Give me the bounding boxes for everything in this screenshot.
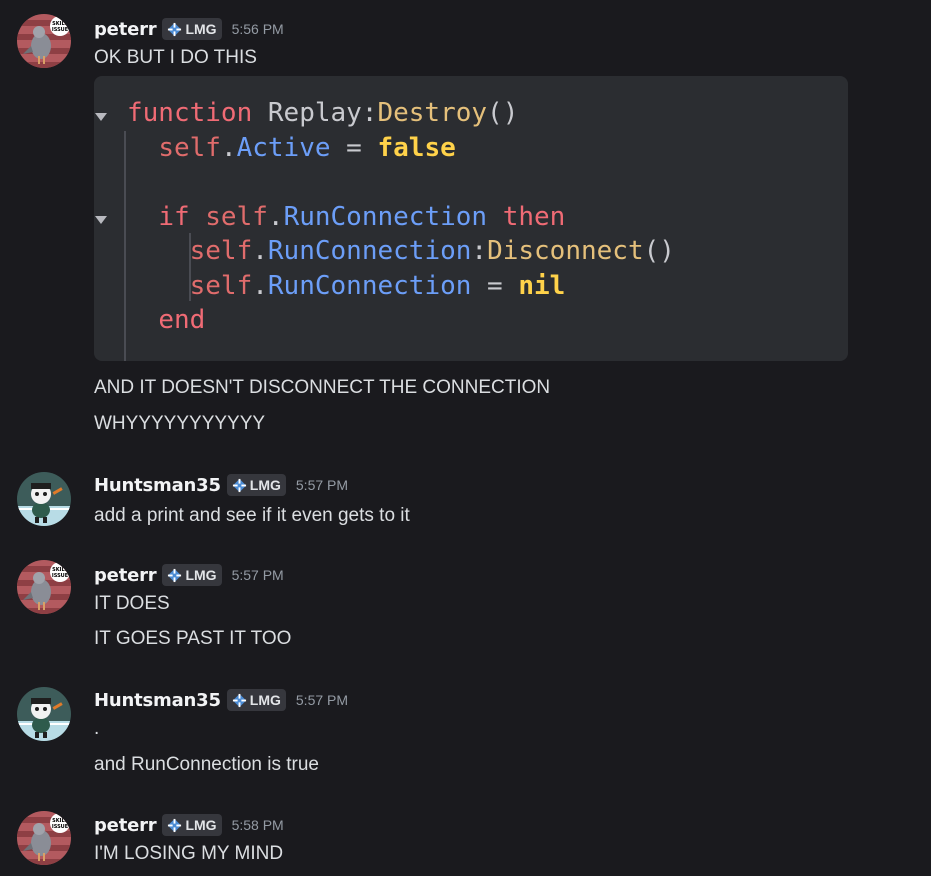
username[interactable]: peterr xyxy=(94,19,157,40)
message-header: peterr LMG 5:58 PM xyxy=(94,813,284,837)
avatar[interactable]: SKILL ISSUE xyxy=(17,14,71,68)
message-text: AND IT DOESN'T DISCONNECT THE CONNECTION xyxy=(94,377,551,398)
code-token: self xyxy=(189,270,253,301)
guild-tag[interactable]: LMG xyxy=(162,18,222,40)
indent-guide xyxy=(124,131,126,361)
timestamp[interactable]: 5:57 PM xyxy=(232,567,284,583)
code-content: function Replay:Destroy() self.Active = … xyxy=(127,96,675,338)
guild-tag[interactable]: LMG xyxy=(162,814,222,836)
svg-text:ISSUE: ISSUE xyxy=(52,573,69,579)
message-text: . xyxy=(94,718,100,739)
timestamp[interactable]: 5:58 PM xyxy=(232,817,284,833)
guild-tag[interactable]: LMG xyxy=(226,474,286,496)
code-token: . xyxy=(267,201,284,232)
guild-tag-label: LMG xyxy=(185,21,217,37)
message-text: I'M LOSING MY MIND xyxy=(94,843,284,864)
svg-text:ISSUE: ISSUE xyxy=(52,824,69,830)
fold-arrow-icon[interactable] xyxy=(95,113,107,121)
code-token: then xyxy=(487,201,566,232)
code-token: = xyxy=(330,132,378,163)
svg-text:ISSUE: ISSUE xyxy=(52,27,69,33)
code-token: . xyxy=(252,270,268,301)
code-line: if self.RunConnection then xyxy=(127,202,565,232)
message-header: peterr LMG 5:57 PM xyxy=(94,563,284,587)
username[interactable]: peterr xyxy=(94,815,157,836)
guild-tag[interactable]: LMG xyxy=(226,689,286,711)
message-header: Huntsman35 LMG 5:57 PM xyxy=(94,688,348,712)
diamond-crosshair-icon xyxy=(168,568,182,582)
code-token: self xyxy=(205,201,268,232)
skill-issue-pigeon-avatar-icon: SKILL ISSUE xyxy=(17,14,71,68)
code-token: RunConnection xyxy=(267,270,472,301)
guild-tag-label: LMG xyxy=(249,692,281,708)
code-token: () xyxy=(487,98,519,128)
code-token: RunConnection xyxy=(267,236,472,266)
message-text: add a print and see if it even gets to i… xyxy=(94,505,410,526)
code-token: false xyxy=(377,132,456,163)
timestamp[interactable]: 5:57 PM xyxy=(296,477,348,493)
avatar[interactable] xyxy=(17,687,71,741)
message-header: peterr LMG 5:56 PM xyxy=(94,17,284,41)
timestamp[interactable]: 5:57 PM xyxy=(296,692,348,708)
code-token: = xyxy=(471,270,519,301)
code-token: Disconnect xyxy=(487,236,644,266)
chat-log: SKILL ISSUE peterr LMG 5:56 PM OK BUT I … xyxy=(0,0,931,876)
code-token: () xyxy=(643,236,675,266)
message-header: Huntsman35 LMG 5:57 PM xyxy=(94,473,348,497)
guild-tag-label: LMG xyxy=(249,477,281,493)
code-token: . xyxy=(220,132,237,163)
code-line: self.Active = false xyxy=(127,132,456,163)
code-token: nil xyxy=(518,270,566,301)
code-token: self xyxy=(189,236,253,266)
code-token: end xyxy=(158,305,206,335)
code-token: Destroy xyxy=(377,98,488,128)
skill-issue-pigeon-avatar-icon: SKILL ISSUE xyxy=(17,811,71,865)
code-line: self.RunConnection = nil xyxy=(127,270,566,301)
message-text: IT DOES xyxy=(94,593,170,614)
diamond-crosshair-icon xyxy=(168,818,182,832)
diamond-crosshair-icon xyxy=(232,693,246,707)
avatar[interactable] xyxy=(17,472,71,526)
guild-tag-label: LMG xyxy=(185,817,217,833)
username[interactable]: Huntsman35 xyxy=(94,475,221,496)
code-token: function xyxy=(127,98,253,128)
code-token: Active xyxy=(236,132,331,163)
code-line: function Replay:Destroy() xyxy=(127,98,518,128)
code-token: : xyxy=(471,236,488,266)
skill-issue-pigeon-avatar-icon: SKILL ISSUE xyxy=(17,560,71,614)
cartoon-character-avatar-icon xyxy=(17,687,71,741)
timestamp[interactable]: 5:56 PM xyxy=(232,21,284,37)
code-token: . xyxy=(252,236,268,266)
diamond-crosshair-icon xyxy=(232,478,246,492)
guild-tag[interactable]: LMG xyxy=(162,564,222,586)
diamond-crosshair-icon xyxy=(168,22,182,36)
message-text: IT GOES PAST IT TOO xyxy=(94,628,292,649)
code-line: self.RunConnection:Disconnect() xyxy=(127,236,675,266)
message-text: and RunConnection is true xyxy=(94,754,319,775)
guild-tag-label: LMG xyxy=(185,567,217,583)
code-token: Replay: xyxy=(252,98,378,128)
cartoon-character-avatar-icon xyxy=(17,472,71,526)
message-text: WHYYYYYYYYYYY xyxy=(94,413,266,434)
fold-arrow-icon[interactable] xyxy=(95,216,107,224)
code-block[interactable]: function Replay:Destroy() self.Active = … xyxy=(94,76,848,361)
message-text: OK BUT I DO THIS xyxy=(94,47,257,68)
username[interactable]: Huntsman35 xyxy=(94,690,221,711)
code-token: self xyxy=(158,132,221,163)
code-token: if xyxy=(158,201,206,232)
avatar[interactable]: SKILL ISSUE xyxy=(17,811,71,865)
avatar[interactable]: SKILL ISSUE xyxy=(17,560,71,614)
code-line: end xyxy=(127,305,205,335)
code-token: RunConnection xyxy=(283,201,488,232)
username[interactable]: peterr xyxy=(94,565,157,586)
